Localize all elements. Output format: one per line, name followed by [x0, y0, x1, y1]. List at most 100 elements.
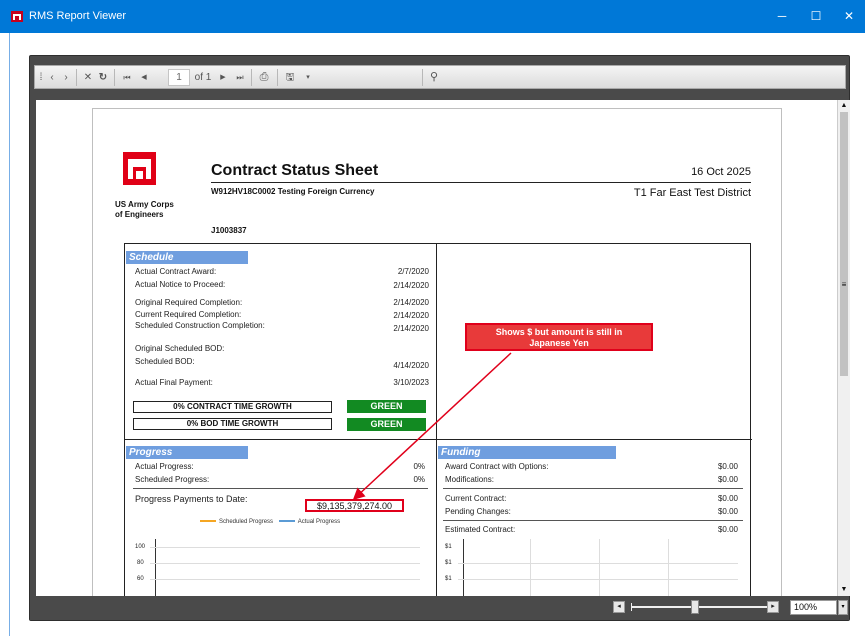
annotation-callout: Shows $ but amount is still in Japanese … — [465, 323, 653, 351]
zoom-select[interactable]: 100% — [790, 600, 837, 615]
zoom-dropdown-icon[interactable]: ▾ — [838, 600, 848, 615]
funding-label: Estimated Contract: — [445, 525, 516, 534]
schedule-label: Current Required Completion: — [135, 310, 242, 319]
zoom-slider-track[interactable] — [631, 606, 768, 608]
funding-label: Modifications: — [445, 475, 494, 484]
chart-gridline — [150, 547, 420, 548]
report-title: Contract Status Sheet — [211, 162, 379, 179]
zoom-slider-thumb[interactable] — [691, 600, 699, 614]
stop-icon[interactable]: ✕ — [83, 70, 93, 85]
usace-castle-logo — [123, 152, 156, 185]
last-page-icon[interactable]: ⏭ — [234, 70, 246, 85]
scroll-up-icon[interactable]: ▲ — [839, 101, 849, 111]
schedule-label: Actual Final Payment: — [135, 378, 213, 387]
y-tick-label: 60 — [137, 576, 144, 582]
chart-gridline — [668, 539, 669, 596]
funding-value: $0.00 — [717, 525, 738, 534]
chart-gridline — [458, 563, 738, 564]
legend-scheduled: Scheduled Progress — [219, 519, 274, 525]
progress-payments-label: Progress Payments to Date: — [135, 494, 248, 504]
schedule-value: 2/14/2020 — [393, 324, 429, 333]
export-save-icon[interactable]: 🖫 — [284, 70, 296, 85]
funding-label: Current Contract: — [445, 494, 507, 503]
chart-gridline — [458, 579, 738, 580]
toolbar-divider — [277, 69, 278, 86]
zoom-out-icon[interactable]: ◂ — [613, 601, 625, 613]
status-badge: GREEN — [347, 418, 426, 431]
minimize-button[interactable]: ─ — [771, 6, 793, 26]
schedule-value: 2/14/2020 — [393, 298, 429, 307]
schedule-label: Scheduled BOD: — [135, 357, 195, 366]
toolbar: ⁞ ‹ › ✕ ↻ ⏮ ◀ 1 of 1 ▶ ⏭ ⎙ 🖫 ▾ ⚲ — [34, 65, 846, 89]
title-rule — [211, 182, 751, 183]
page-number-input[interactable]: 1 — [168, 69, 190, 86]
bod-time-growth: 0% BOD TIME GROWTH — [133, 418, 332, 430]
schedule-value: 3/10/2023 — [393, 378, 429, 387]
status-grid: Schedule Actual Contract Award: 2/7/2020… — [124, 243, 752, 596]
vertical-scrollbar[interactable]: ▲ ≡ ▼ — [837, 100, 850, 596]
schedule-label: Actual Contract Award: — [135, 267, 217, 276]
scrollbar-thumb[interactable] — [840, 112, 848, 376]
schedule-label: Original Scheduled BOD: — [135, 344, 225, 353]
chart-y-axis — [463, 539, 464, 596]
y-tick-label: 80 — [137, 560, 144, 566]
schedule-label: Scheduled Construction Completion: — [135, 321, 265, 330]
page-count: of 1 — [194, 72, 212, 83]
back-icon[interactable]: ‹ — [47, 70, 57, 85]
y-tick-label: $1 — [445, 544, 452, 550]
contract-time-growth: 0% CONTRACT TIME GROWTH — [133, 401, 332, 413]
forward-icon[interactable]: › — [61, 70, 71, 85]
report-canvas[interactable]: US Army Corps of Engineers Contract Stat… — [36, 100, 837, 596]
divider — [443, 520, 743, 521]
funding-value: $0.00 — [717, 462, 738, 471]
report-page: US Army Corps of Engineers Contract Stat… — [92, 108, 782, 596]
toolbar-divider — [114, 69, 115, 86]
next-page-icon[interactable]: ▶ — [218, 70, 228, 85]
app-castle-icon — [11, 11, 23, 22]
funding-value: $0.00 — [717, 475, 738, 484]
title-bar: RMS Report Viewer ─ ☐ ✕ — [0, 0, 865, 33]
close-button[interactable]: ✕ — [838, 6, 860, 26]
actual-progress-value: 0% — [413, 462, 425, 471]
y-tick-label: 100 — [135, 544, 146, 550]
y-tick-label: $1 — [445, 560, 452, 566]
scheduled-progress-value: 0% — [413, 475, 425, 484]
maximize-button[interactable]: ☐ — [805, 6, 827, 26]
toolbar-divider — [76, 69, 77, 86]
contract-number: W912HV18C0002 Testing Foreign Currency — [211, 187, 375, 196]
report-viewer: ⁞ ‹ › ✕ ↻ ⏮ ◀ 1 of 1 ▶ ⏭ ⎙ 🖫 ▾ ⚲ US Army… — [29, 55, 850, 621]
previous-page-icon[interactable]: ◀ — [139, 70, 149, 85]
funding-header: Funding — [438, 446, 616, 459]
schedule-header: Schedule — [126, 251, 248, 264]
schedule-label: Actual Notice to Proceed: — [135, 280, 226, 289]
schedule-value: 2/7/2020 — [397, 267, 429, 276]
divider — [133, 488, 428, 489]
job-number: J1003837 — [211, 226, 247, 235]
actual-progress-label: Actual Progress: — [135, 462, 194, 471]
chart-gridline — [530, 539, 531, 596]
scroll-down-icon[interactable]: ▼ — [839, 585, 849, 595]
toolbar-divider — [422, 69, 423, 86]
progress-header: Progress — [126, 446, 248, 459]
window-title: RMS Report Viewer — [29, 10, 126, 22]
chart-gridline — [599, 539, 600, 596]
funding-label: Award Contract with Options: — [445, 462, 549, 471]
window-left-border — [9, 33, 10, 636]
scheduled-progress-label: Scheduled Progress: — [135, 475, 210, 484]
chart-gridline — [150, 563, 420, 564]
schedule-label: Original Required Completion: — [135, 298, 243, 307]
export-dropdown-icon[interactable]: ▾ — [303, 70, 313, 85]
funding-label: Pending Changes: — [445, 507, 511, 516]
zoom-in-icon[interactable]: ▸ — [767, 601, 779, 613]
chart-legend: Scheduled Progress Actual Progress — [200, 519, 340, 525]
funding-value: $0.00 — [717, 507, 738, 516]
scroll-grip-icon: ≡ — [841, 280, 847, 289]
schedule-value: 2/14/2020 — [393, 281, 429, 290]
divider — [443, 488, 743, 489]
toolbar-grip-icon: ⁞ — [39, 72, 43, 83]
first-page-icon[interactable]: ⏮ — [121, 70, 133, 85]
search-icon[interactable]: ⚲ — [428, 70, 440, 85]
district-name: T1 Far East Test District — [633, 187, 751, 199]
print-icon[interactable]: ⎙ — [257, 70, 271, 85]
refresh-icon[interactable]: ↻ — [97, 70, 109, 85]
